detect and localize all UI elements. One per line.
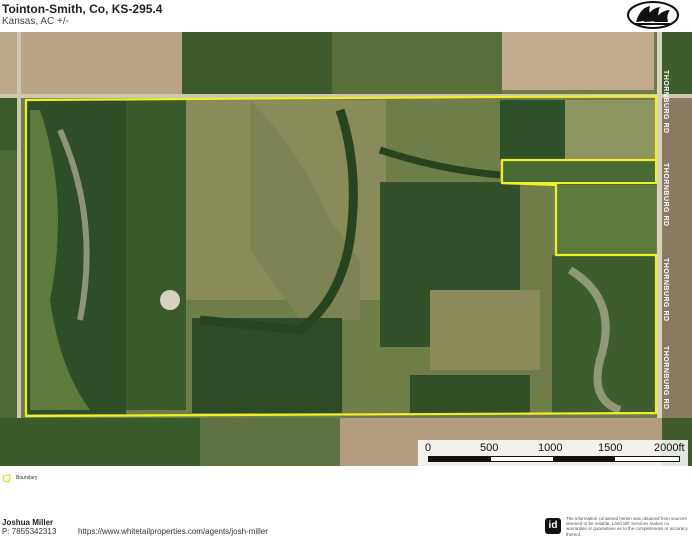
agent-name: Joshua Miller [2,518,54,527]
road-label: THORNBURG RD [662,258,669,322]
land-id-logo-icon: id [545,518,561,534]
disclaimer-text: The information contained herein was obt… [566,516,688,537]
page-title: Tointon-Smith, Co, KS-295.4 [2,2,163,16]
aerial-map[interactable]: THORNBURG RD THORNBURG RD THORNBURG RD T… [0,32,692,466]
scale-tick-label: 2000ft [654,442,685,454]
scale-tick-label: 1000 [538,442,563,454]
road-label: THORNBURG RD [662,163,669,227]
scale-tick-label: 500 [480,442,499,454]
road-label: THORNBURG RD [662,346,669,410]
scale-tick-label: 1500 [598,442,623,454]
boundary-legend-icon [2,474,11,483]
road-label: THORNBURG RD [662,70,669,134]
legend-label: Boundary [16,475,38,481]
agent-url-link[interactable]: https://www.whitetailproperties.com/agen… [78,527,268,536]
satellite-imagery: THORNBURG RD THORNBURG RD THORNBURG RD T… [0,32,692,466]
page-subtitle: Kansas, AC +/- [2,16,69,27]
scale-bar: 0 500 1000 1500 2000ft [418,440,688,466]
whitetail-logo-icon [627,1,679,29]
scale-bar-line [428,456,680,462]
scale-tick-label: 0 [425,442,432,454]
agent-phone: P: 7855342313 [2,527,57,536]
header: Tointon-Smith, Co, KS-295.4 Kansas, AC +… [0,0,692,32]
